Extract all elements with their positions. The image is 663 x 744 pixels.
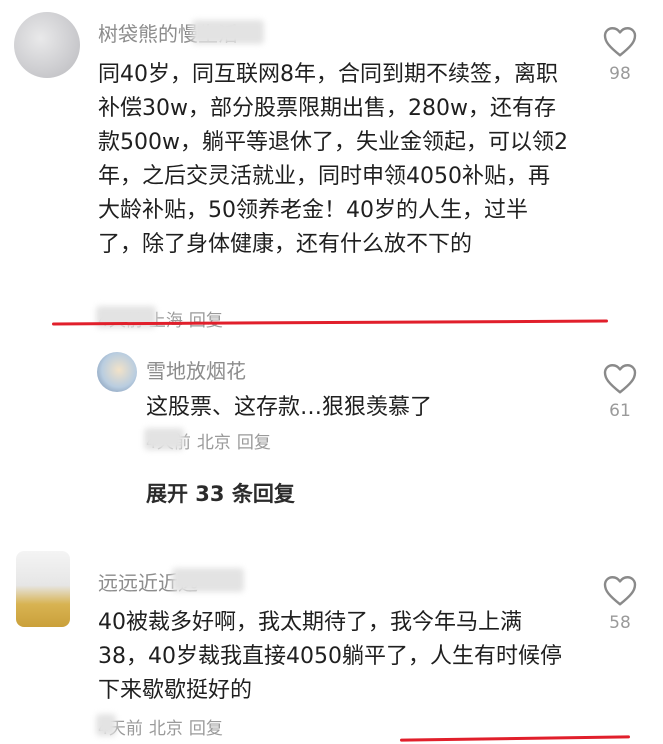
comment-content: 同40岁，同互联网8年，合同到期不续签，离职补偿30w，部分股票限期出售，280… [98,62,568,257]
comment-content: 40被裁多好啊，我太期待了，我今年马上满38，40岁裁我直接4050躺平了，人生… [98,610,562,703]
heart-outline-icon [603,364,637,394]
reply-username[interactable]: 雪地放烟花 [146,355,246,384]
reply-content: 这股票、这存款…狠狠羡慕了 [146,395,433,420]
comment-location: 北京 [148,719,183,739]
avatar[interactable] [16,551,70,627]
reply-location: 北京 [196,433,231,453]
heart-outline-icon [603,576,637,606]
avatar[interactable] [14,12,80,78]
blurred-username-part [192,20,264,44]
like-count: 98 [609,64,631,84]
heart-outline-icon [603,27,637,57]
blurred-time [144,428,184,450]
blurred-time [96,714,116,736]
reply-link[interactable]: 回复 [189,719,223,739]
expand-replies-button[interactable]: 展开 33 条回复 [146,478,295,508]
avatar[interactable] [97,352,137,392]
reply-link[interactable]: 回复 [237,433,271,453]
red-underline [399,735,631,742]
comment-meta: 4天前 北京 回复 [98,714,229,739]
like-button[interactable]: 61 [598,361,642,421]
like-button[interactable]: 98 [598,24,642,84]
like-button[interactable]: 58 [598,573,642,633]
blurred-username-part [172,568,244,592]
like-count: 61 [609,401,631,421]
like-count: 58 [609,613,631,633]
